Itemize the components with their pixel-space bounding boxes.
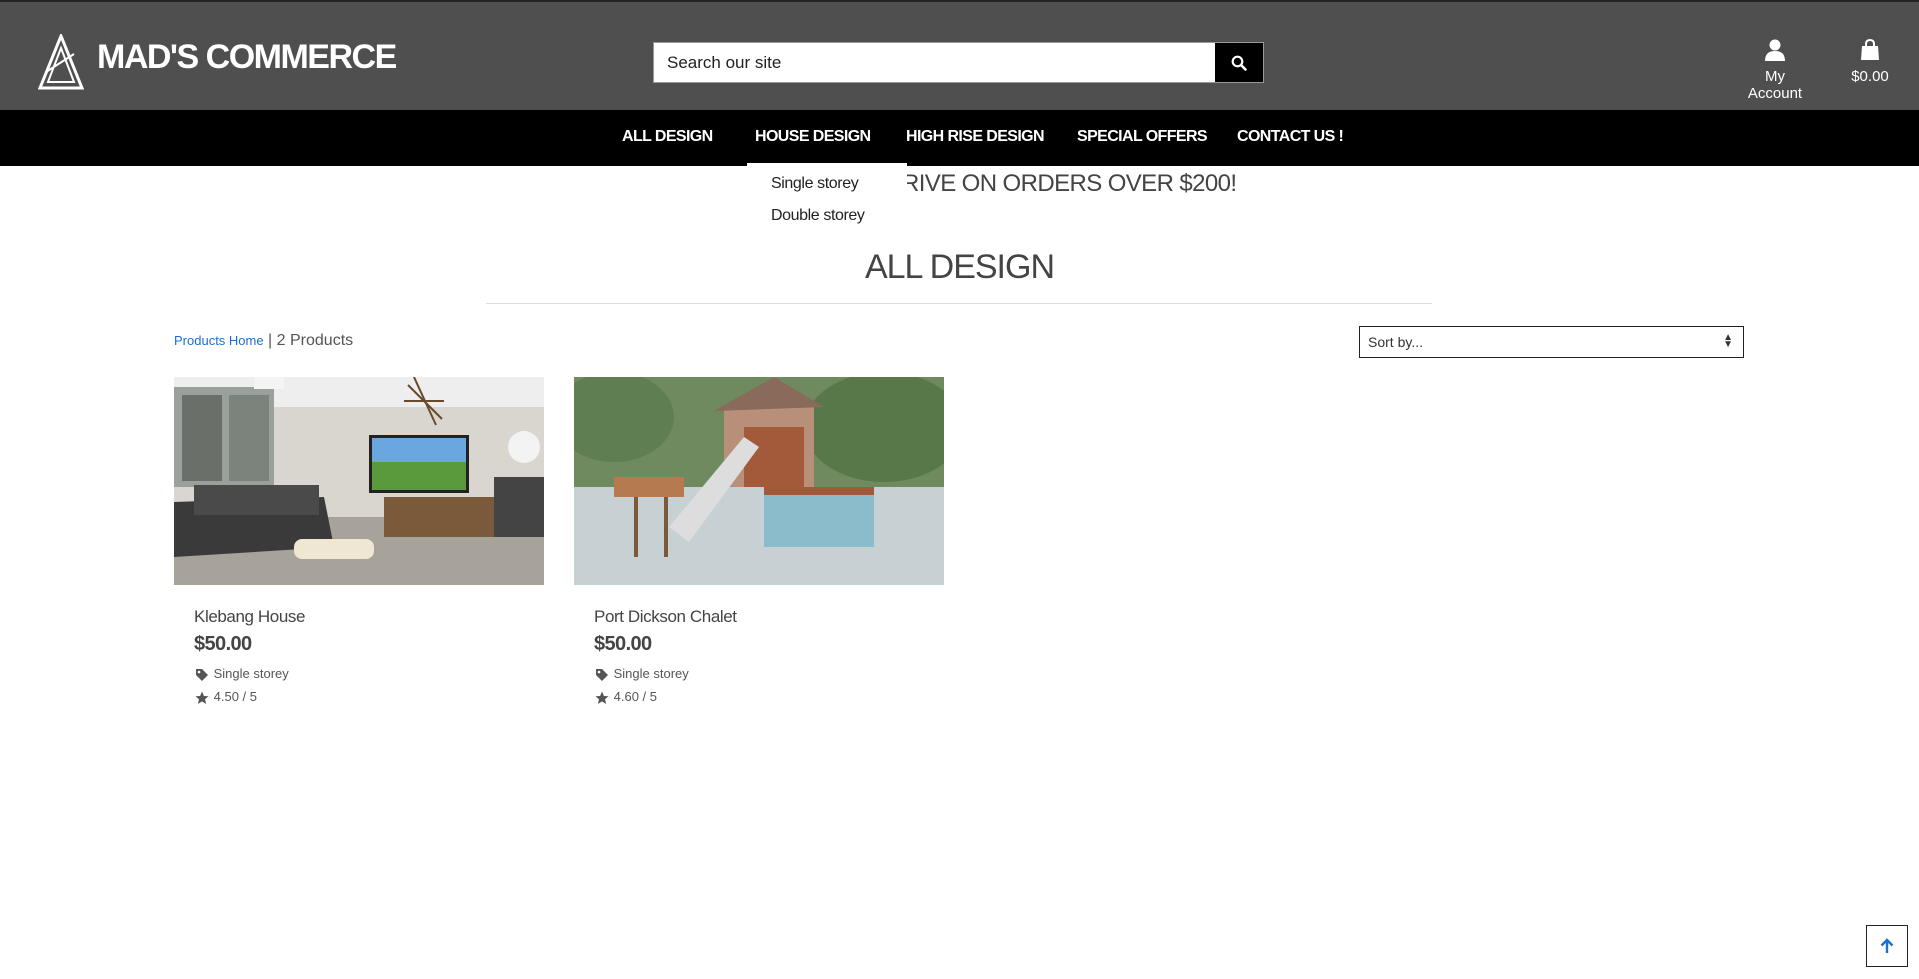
user-icon — [1765, 39, 1785, 61]
product-price: $50.00 — [194, 633, 252, 655]
search-input[interactable] — [654, 43, 1215, 82]
product-rating: 4.50 / 5 — [194, 689, 257, 705]
product-rating-value: 4.60 / 5 — [613, 689, 657, 704]
nav-special-offers[interactable]: SPECIAL OFFERS — [1077, 128, 1208, 146]
shopping-bag-link[interactable]: $0.00 — [1848, 38, 1892, 85]
arrow-up-icon — [1880, 938, 1894, 953]
star-icon — [595, 691, 609, 704]
product-card: Port Dickson Chalet $50.00 Single storey… — [574, 377, 944, 704]
search-icon — [1231, 55, 1247, 71]
nav-high-rise-design[interactable]: HIGH RISE DESIGN — [906, 128, 1045, 146]
my-account-link[interactable]: My Account — [1738, 39, 1812, 102]
product-category[interactable]: Single storey — [194, 666, 289, 682]
brand-name[interactable]: MAD'S COMMERCE — [97, 38, 397, 77]
nav-contact-us[interactable]: CONTACT US ! — [1237, 128, 1344, 146]
house-design-dropdown: Single storey Double storey — [747, 163, 907, 239]
dropdown-item-double-storey[interactable]: Double storey — [771, 207, 865, 225]
title-divider — [486, 303, 1432, 304]
header: MAD'S COMMERCE My Account $0.00 — [0, 0, 1919, 110]
tag-icon — [596, 668, 608, 681]
product-name[interactable]: Port Dickson Chalet — [594, 607, 737, 627]
page-title: ALL DESIGN — [864, 248, 1055, 286]
product-name[interactable]: Klebang House — [194, 607, 305, 627]
nav-house-design[interactable]: HOUSE DESIGN — [755, 128, 871, 146]
star-icon — [195, 691, 209, 704]
product-image[interactable] — [174, 377, 544, 585]
product-image[interactable] — [574, 377, 944, 585]
product-card: Klebang House $50.00 Single storey 4.50 … — [174, 377, 544, 704]
product-category-label: Single storey — [613, 666, 689, 681]
sort-select[interactable]: Sort by... ▲ ▼ — [1359, 326, 1744, 358]
sort-label: Sort by... — [1368, 334, 1423, 350]
shopping-bag-icon — [1861, 38, 1879, 60]
tag-icon — [196, 668, 208, 681]
product-count: 2 Products — [276, 332, 354, 349]
breadcrumb-separator: | — [268, 332, 273, 349]
breadcrumb: Products Home | 2 Products — [174, 332, 353, 350]
back-to-top-button[interactable] — [1866, 925, 1908, 967]
product-category-label: Single storey — [213, 666, 289, 681]
dropdown-item-single-storey[interactable]: Single storey — [771, 175, 859, 193]
logo-icon[interactable] — [38, 34, 84, 92]
sort-arrows-icon: ▲ ▼ — [1723, 332, 1733, 350]
search-button[interactable] — [1215, 43, 1263, 82]
my-account-label: My Account — [1747, 68, 1803, 102]
nav-all-design[interactable]: ALL DESIGN — [622, 128, 713, 146]
shipping-banner: RIVE ON ORDERS OVER $200! — [902, 170, 1237, 197]
products-home-link[interactable]: Products Home — [174, 333, 264, 348]
search-bar — [653, 42, 1264, 83]
product-price: $50.00 — [594, 633, 652, 655]
bag-total: $0.00 — [1851, 68, 1889, 85]
product-category[interactable]: Single storey — [594, 666, 689, 682]
product-rating-value: 4.50 / 5 — [213, 689, 257, 704]
main-nav: ALL DESIGN HOUSE DESIGN HIGH RISE DESIGN… — [0, 110, 1919, 166]
product-rating: 4.60 / 5 — [594, 689, 657, 705]
